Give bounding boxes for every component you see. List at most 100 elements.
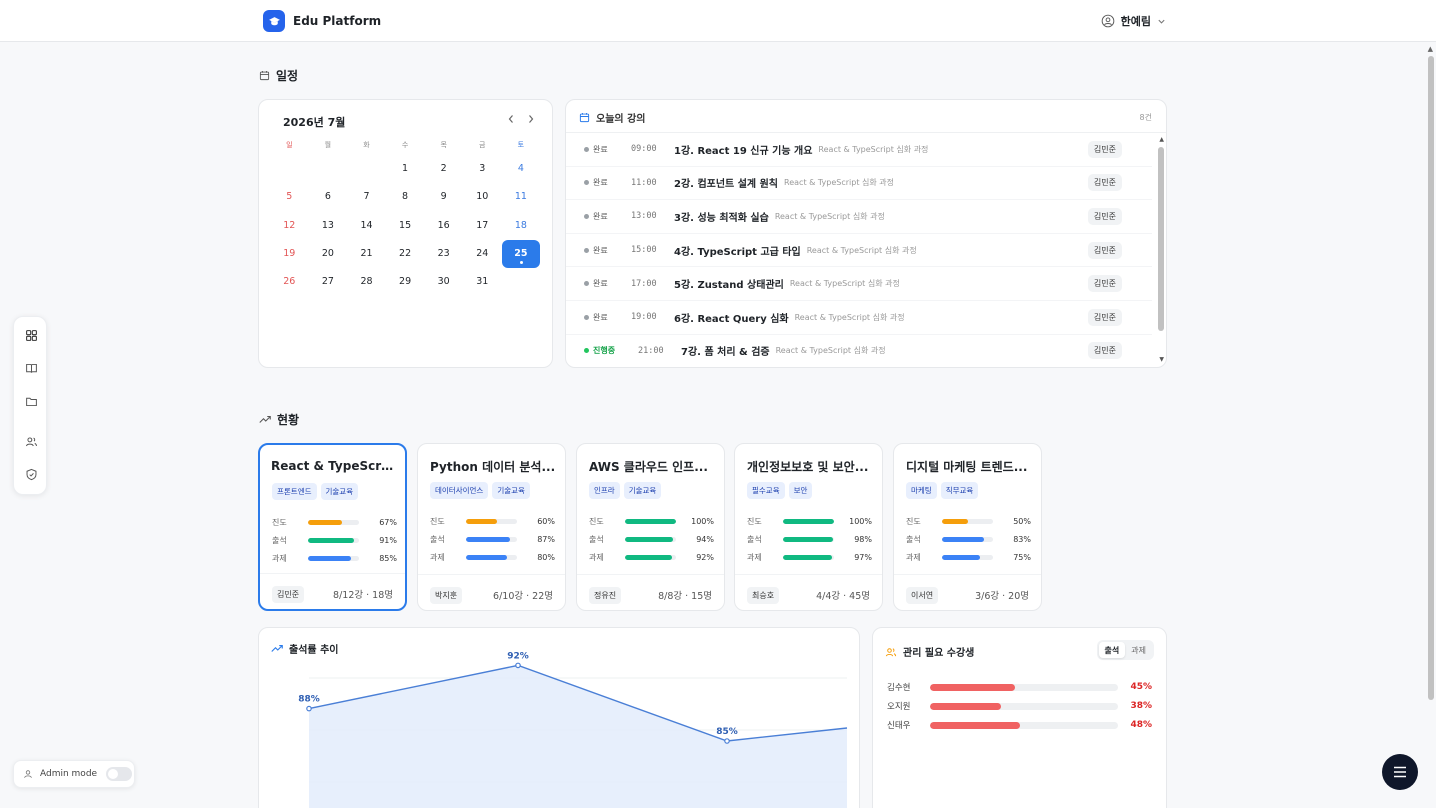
user-menu[interactable]: 한예림 <box>1101 13 1166 29</box>
lecture-course: React & TypeScript 심화 과정 <box>806 245 917 255</box>
instructor-badge: 김민준 <box>1087 308 1122 326</box>
course-card[interactable]: 개인정보보호 및 보안... 필수교육 보안 진도 100% 출석 98% 과제 97% 최승호 4… <box>734 443 883 611</box>
weekday-label: 금 <box>479 141 486 149</box>
calendar-day[interactable]: 12 <box>270 212 309 240</box>
course-card-footer: 최승호 4/4강 · 45명 <box>735 574 882 610</box>
metric-value: 50% <box>1013 516 1031 526</box>
status-dot <box>584 247 589 253</box>
course-card-footer: 김민준 8/12강 · 18명 <box>260 573 405 609</box>
lecture-course: React & TypeScript 심화 과정 <box>774 211 885 221</box>
lecture-list-scrollbar[interactable] <box>1158 147 1164 331</box>
student-rate-bar <box>930 721 1118 729</box>
shield-icon[interactable] <box>23 466 39 482</box>
calendar-day[interactable]: 20 <box>309 240 348 268</box>
metric-bar <box>625 554 676 560</box>
chart-point[interactable] <box>306 705 312 712</box>
lecture-time: 13:00 <box>631 211 657 222</box>
calendar-day[interactable]: 4 <box>502 155 541 183</box>
student-row[interactable]: 오지원 38% <box>887 700 1152 712</box>
calendar-day[interactable]: 15 <box>386 212 425 240</box>
list-scroll-up[interactable]: ▲ <box>1159 136 1164 143</box>
calendar-day[interactable]: 9 <box>424 183 463 211</box>
calendar-day[interactable]: 3 <box>463 155 502 183</box>
lecture-course: React & TypeScript 심화 과정 <box>789 279 900 289</box>
folder-icon[interactable] <box>23 393 39 409</box>
course-card-footer: 박지훈 6/10강 · 22명 <box>418 574 565 610</box>
scroll-up-arrow[interactable]: ▲ <box>1428 45 1433 53</box>
calendar-day[interactable]: 8 <box>386 183 425 211</box>
calendar-day[interactable]: 11 <box>502 183 541 211</box>
top-bar: Edu Platform 한예림 <box>0 0 1436 42</box>
student-row[interactable]: 신태우 48% <box>887 719 1152 731</box>
tab-assignment[interactable]: 과제 <box>1125 642 1152 658</box>
attendance-chart-card: 출석률 추이 88% 92% 85% <box>258 627 860 808</box>
calendar-day[interactable]: 13 <box>309 212 348 240</box>
course-card[interactable]: Python 데이터 분석... 데이터사이언스 기술교육 진도 60% 출석 87% 과제 8… <box>417 443 566 611</box>
student-row[interactable]: 김수현 45% <box>887 681 1152 693</box>
course-progress-info: 8/8강 · 15명 <box>658 591 712 602</box>
calendar-day[interactable]: 21 <box>347 240 386 268</box>
calendar-day[interactable]: 23 <box>424 240 463 268</box>
menu-fab[interactable] <box>1382 754 1418 790</box>
lecture-row[interactable]: 완료 19:00 6강. React Query 심화 React & TypeScr… <box>566 301 1152 335</box>
calendar-day[interactable]: 24 <box>463 240 502 268</box>
calendar-day[interactable]: 18 <box>502 212 541 240</box>
calendar-day[interactable]: 26 <box>270 268 309 296</box>
calendar-day[interactable]: 1 <box>386 155 425 183</box>
course-metric: 과제 97% <box>747 551 872 563</box>
metric-label: 과제 <box>430 552 445 562</box>
calendar-day[interactable]: 28 <box>347 268 386 296</box>
calendar-day[interactable]: 6 <box>309 183 348 211</box>
course-metric: 진도 100% <box>589 515 714 527</box>
lecture-row[interactable]: 완료 13:00 3강. 성능 최적화 실습 React & TypeScript 심… <box>566 200 1152 234</box>
chart-point[interactable] <box>724 738 730 744</box>
calendar-day[interactable]: 30 <box>424 268 463 296</box>
lecture-row[interactable]: 완료 11:00 2강. 컴포넌트 설계 원칙 React & TypeScript … <box>566 167 1152 201</box>
course-card[interactable]: 디지털 마케팅 트렌드... 마케팅 직무교육 진도 50% 출석 83% 과제 75% 이서연 3… <box>893 443 1042 611</box>
lecture-row[interactable]: 진행중 21:00 7강. 폼 처리 & 검증 React & TypeScript … <box>566 335 1152 367</box>
lecture-course: React & TypeScript 심화 과정 <box>784 178 895 188</box>
metric-bar <box>466 518 517 524</box>
admin-mode-toggle[interactable]: Admin mode <box>13 760 135 788</box>
calendar-day[interactable]: 31 <box>463 268 502 296</box>
prev-month-button[interactable] <box>507 114 515 127</box>
brand[interactable]: Edu Platform <box>263 10 381 32</box>
calendar-day[interactable]: 2 <box>424 155 463 183</box>
calendar-day[interactable]: 29 <box>386 268 425 296</box>
metric-bar <box>783 554 834 560</box>
calendar-day[interactable]: 19 <box>270 240 309 268</box>
next-month-button[interactable] <box>527 114 535 127</box>
metric-bar-fill <box>466 536 511 542</box>
today-lectures-card: 오늘의 강의 8건 완료 09:00 1강. React 19 신규 기능 개요 Re… <box>565 99 1167 368</box>
lecture-row[interactable]: 완료 17:00 5강. Zustand 상태관리 React & TypeScrip… <box>566 267 1152 301</box>
lecture-row[interactable]: 완료 09:00 1강. React 19 신규 기능 개요 React & Type… <box>566 133 1152 167</box>
admin-switch[interactable] <box>106 767 133 781</box>
page-scrollbar[interactable] <box>1428 56 1434 700</box>
calendar-day[interactable]: 22 <box>386 240 425 268</box>
course-metric: 출석 94% <box>589 533 714 545</box>
calendar-day[interactable]: 17 <box>463 212 502 240</box>
chart-point[interactable] <box>515 662 521 669</box>
users-icon[interactable] <box>23 433 39 449</box>
lecture-name: 2강. 컴포넌트 설계 원칙 <box>674 179 779 191</box>
book-icon[interactable] <box>23 360 39 376</box>
calendar-day[interactable]: 10 <box>463 183 502 211</box>
dashboard-icon[interactable] <box>23 327 39 343</box>
lecture-name: 1강. React 19 신규 기능 개요 <box>674 145 813 157</box>
course-card[interactable]: AWS 클라우드 인프... 인프라 기술교육 진도 100% 출석 94% 과제 92% 정유진… <box>576 443 725 611</box>
chevron-left-icon <box>508 115 513 123</box>
list-scroll-down[interactable]: ▼ <box>1159 356 1164 363</box>
course-card[interactable]: React & TypeScri... 프론트엔드 기술교육 진도 67% 출석 91% 과제… <box>258 443 407 611</box>
calendar-day[interactable]: 7 <box>347 183 386 211</box>
lecture-row[interactable]: 완료 15:00 4강. TypeScript 고급 타입 React & TypeS… <box>566 234 1152 268</box>
calendar-day[interactable]: 14 <box>347 212 386 240</box>
calendar-day[interactable]: 27 <box>309 268 348 296</box>
weekday-label: 월 <box>324 141 332 149</box>
metric-bar-fill <box>783 518 834 524</box>
calendar-day-today[interactable]: 25 <box>501 239 540 268</box>
course-tags: 프론트엔드 기술교육 <box>272 483 359 500</box>
calendar-day[interactable]: 16 <box>424 212 463 240</box>
tab-attendance[interactable]: 출석 <box>1098 642 1126 658</box>
calendar-day[interactable]: 5 <box>270 183 309 211</box>
metric-value: 80% <box>537 552 555 562</box>
